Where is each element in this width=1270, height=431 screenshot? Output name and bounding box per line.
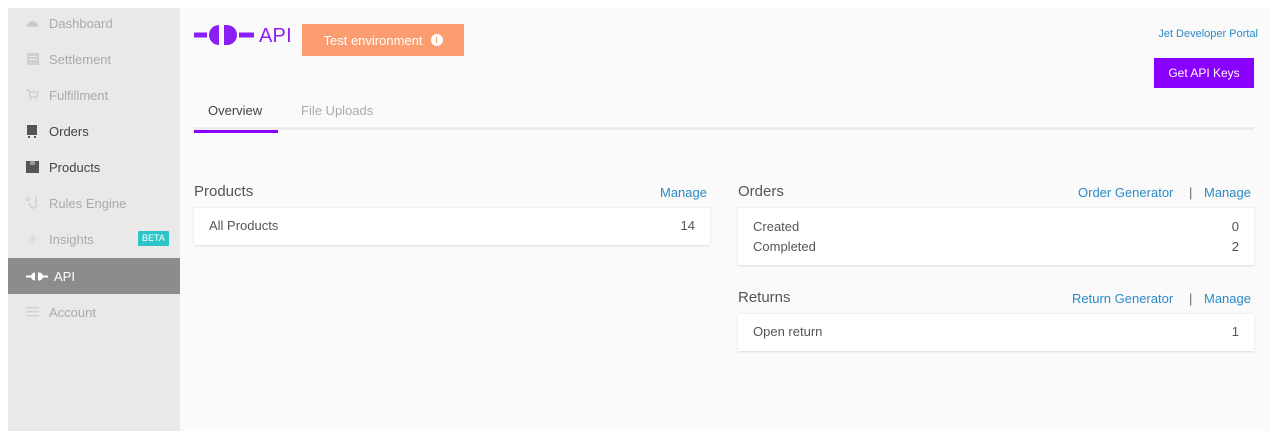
dashboard-icon (26, 17, 39, 30)
return-generator-link[interactable]: Return Generator (1072, 291, 1173, 306)
sidebar-item-label: Account (49, 304, 96, 320)
logo-text: API (259, 25, 292, 47)
tab-file-uploads[interactable]: File Uploads (301, 100, 373, 130)
test-environment-button[interactable]: Test environment i (302, 24, 464, 56)
test-environment-label: Test environment (323, 32, 423, 48)
settlement-icon (26, 53, 39, 66)
beta-badge: BETA (138, 231, 169, 246)
insights-icon (26, 232, 39, 246)
api-plug-icon (26, 270, 48, 283)
returns-manage-link[interactable]: Manage (1204, 291, 1251, 306)
orders-manage-link[interactable]: Manage (1204, 185, 1251, 200)
account-icon (26, 306, 39, 319)
link-separator: | (1189, 291, 1193, 306)
row-value: 14 (680, 218, 695, 233)
row-value: 0 (1231, 219, 1239, 234)
app-frame: Dashboard Settlement Fulfillment Orders … (8, 8, 1270, 431)
sidebar-item-api[interactable]: API (8, 258, 180, 294)
order-generator-link[interactable]: Order Generator (1078, 185, 1173, 200)
list-item: Created 0 (753, 219, 1239, 237)
row-label: All Products (209, 218, 279, 233)
fulfillment-icon (26, 89, 39, 102)
sidebar-item-label: Rules Engine (49, 195, 127, 211)
row-label: Open return (753, 324, 823, 339)
row-label: Completed (753, 239, 816, 254)
sidebar-item-label: Products (49, 159, 101, 175)
row-value: 2 (1231, 239, 1239, 254)
main-content: API Test environment i Jet Developer Por… (180, 8, 1270, 431)
products-icon (26, 161, 39, 174)
returns-section-title: Returns (738, 289, 791, 306)
api-plug-icon (194, 24, 254, 49)
sidebar-item-products[interactable]: Products (8, 149, 180, 185)
orders-card: Created 0 Completed 2 (738, 207, 1254, 265)
sidebar-item-fulfillment[interactable]: Fulfillment (8, 77, 180, 113)
link-separator: | (1189, 185, 1193, 200)
returns-card: Open return 1 (738, 313, 1254, 351)
sidebar-item-rules-engine[interactable]: Rules Engine (8, 185, 180, 221)
sidebar-item-label: API (54, 268, 75, 284)
rules-engine-icon (26, 196, 39, 210)
sidebar-item-label: Orders (49, 123, 89, 139)
products-manage-link[interactable]: Manage (660, 185, 707, 200)
tab-overview[interactable]: Overview (193, 100, 279, 133)
sidebar-item-label: Fulfillment (49, 87, 109, 103)
sidebar-item-orders[interactable]: Orders (8, 113, 180, 149)
get-api-keys-button[interactable]: Get API Keys (1154, 58, 1254, 88)
list-item: Completed 2 (753, 239, 1239, 257)
tab-bar: Overview File Uploads (193, 100, 1254, 133)
orders-icon (26, 124, 39, 138)
products-card: All Products 14 (194, 207, 710, 245)
products-section-title: Products (194, 183, 254, 200)
sidebar-item-account[interactable]: Account (8, 294, 180, 330)
row-value: 1 (1231, 324, 1239, 339)
sidebar-item-label: Settlement (49, 51, 112, 67)
list-item: All Products 14 (209, 218, 695, 236)
sidebar-item-label: Dashboard (49, 15, 113, 31)
info-icon: i (430, 34, 443, 46)
sidebar-item-dashboard[interactable]: Dashboard (8, 5, 180, 41)
list-item: Open return 1 (753, 324, 1239, 342)
sidebar: Dashboard Settlement Fulfillment Orders … (8, 8, 180, 431)
sidebar-item-settlement[interactable]: Settlement (8, 41, 180, 77)
orders-section-title: Orders (738, 183, 784, 200)
row-label: Created (753, 219, 800, 234)
sidebar-item-insights[interactable]: Insights BETA (8, 221, 180, 257)
sidebar-item-label: Insights (49, 231, 94, 247)
developer-portal-link[interactable]: Jet Developer Portal (1158, 28, 1258, 40)
api-logo: API (194, 24, 292, 49)
